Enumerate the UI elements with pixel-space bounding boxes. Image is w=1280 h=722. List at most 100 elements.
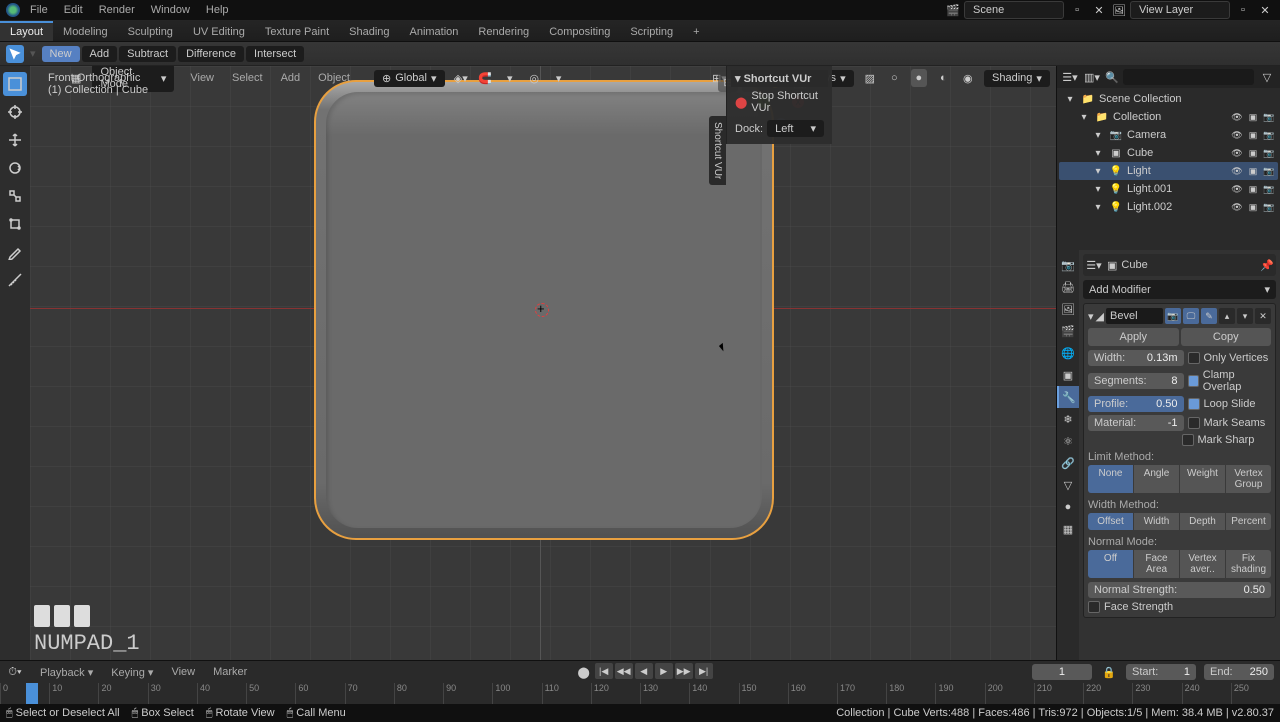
eye-icon[interactable]: 👁 [1230, 110, 1244, 124]
viewport-menu-add[interactable]: Add [273, 70, 309, 86]
render-restrict-icon[interactable]: 📷 [1262, 110, 1276, 124]
viewport-menu-select[interactable]: Select [224, 70, 271, 86]
outliner-display-icon[interactable]: ▥▾ [1083, 68, 1101, 86]
outliner-light[interactable]: ▾💡Light👁▣📷 [1059, 162, 1278, 180]
shading-rendered[interactable]: ◉ [960, 69, 976, 87]
new-viewlayer-icon[interactable]: ▫ [1234, 1, 1252, 19]
prop-editor-icon[interactable]: ☰▾ [1085, 256, 1103, 274]
scene-collection[interactable]: ▾📁Scene Collection [1059, 90, 1278, 108]
render-restrict-icon[interactable]: 📷 [1262, 146, 1276, 160]
shading-solid[interactable]: ● [911, 69, 927, 87]
disclosure-icon[interactable]: ▾ [1091, 164, 1105, 178]
cursor-tool-icon[interactable] [6, 45, 24, 63]
shading-wireframe[interactable]: ○ [886, 69, 902, 87]
mark-seams-check[interactable]: Mark Seams [1188, 417, 1272, 429]
width-method-depth[interactable]: Depth [1180, 513, 1225, 530]
render-restrict-icon[interactable]: 📷 [1262, 164, 1276, 178]
mesh-tab[interactable]: ▽ [1057, 474, 1079, 496]
collection[interactable]: ▾📁Collection👁▣📷 [1059, 108, 1278, 126]
disclosure-icon[interactable]: ▾ [1091, 182, 1105, 196]
viewport-menu-object[interactable]: Object [310, 70, 358, 86]
pivot-dropdown[interactable]: ◈▾ [453, 69, 469, 87]
width-method-offset[interactable]: Offset [1088, 513, 1133, 530]
viewport-restrict-icon[interactable]: ▣ [1246, 182, 1260, 196]
eye-icon[interactable]: 👁 [1230, 200, 1244, 214]
menu-render[interactable]: Render [91, 2, 143, 18]
filter-icon[interactable]: ▽ [1258, 68, 1276, 86]
dock-dropdown[interactable]: Left▾ [767, 120, 824, 137]
xray-toggle[interactable]: ▨ [862, 69, 878, 87]
bool-intersect[interactable]: Intersect [246, 46, 304, 62]
workspace-uv-editing[interactable]: UV Editing [183, 21, 255, 41]
copy-button[interactable]: Copy [1181, 328, 1272, 346]
start-frame-field[interactable]: Start:1 [1126, 664, 1196, 680]
world-tab[interactable]: 🌐 [1057, 342, 1079, 364]
eye-icon[interactable]: 👁 [1230, 182, 1244, 196]
npanel-header[interactable]: ▾ Shortcut VUr [731, 70, 828, 87]
rotate-tool[interactable] [3, 156, 27, 180]
autokey-toggle[interactable]: ⬤ [575, 663, 593, 681]
constraint-tab[interactable]: 🔗 [1057, 452, 1079, 474]
width-method-width[interactable]: Width [1134, 513, 1179, 530]
snap-toggle[interactable]: 🧲 [477, 69, 493, 87]
timeline-menu-view[interactable]: View [163, 664, 203, 681]
disclosure-icon[interactable]: ▾ [1091, 200, 1105, 214]
workspace-texture-paint[interactable]: Texture Paint [255, 21, 339, 41]
add-workspace-button[interactable]: + [683, 21, 709, 41]
bool-new[interactable]: New [42, 46, 80, 62]
scale-tool[interactable] [3, 184, 27, 208]
normal-mode-fix-shading[interactable]: Fix shading [1226, 550, 1271, 578]
viewport-3d[interactable]: ▦ Object Mode ▾ ViewSelectAddObject ⊕ Gl… [30, 66, 1056, 660]
viewport-restrict-icon[interactable]: ▣ [1246, 110, 1260, 124]
timeline-menu-marker[interactable]: Marker [205, 664, 255, 681]
npanel-tab[interactable]: Shortcut VUr [709, 116, 726, 185]
modifier-tab[interactable]: 🔧 [1057, 386, 1079, 408]
realtime-toggle[interactable]: 🖵 [1183, 308, 1199, 324]
limit-weight[interactable]: Weight [1180, 465, 1225, 493]
menu-edit[interactable]: Edit [56, 2, 91, 18]
render-tab[interactable]: 📷 [1057, 254, 1079, 276]
material-field[interactable]: Material:-1 [1088, 415, 1184, 431]
bool-difference[interactable]: Difference [178, 46, 244, 62]
move-up-icon[interactable]: ▴ [1219, 308, 1235, 324]
viewport-menu-view[interactable]: View [182, 70, 222, 86]
shading-popover[interactable]: Shading ▾ [984, 70, 1050, 87]
texture-tab[interactable]: ▦ [1057, 518, 1079, 540]
render-restrict-icon[interactable]: 📷 [1262, 182, 1276, 196]
disclosure-icon[interactable]: ▾ [1091, 146, 1105, 160]
limit-angle[interactable]: Angle [1134, 465, 1179, 493]
normal-mode-face-area[interactable]: Face Area [1134, 550, 1179, 578]
profile-field[interactable]: Profile:0.50 [1088, 396, 1184, 412]
menu-help[interactable]: Help [198, 2, 237, 18]
lock-range-icon[interactable]: 🔒 [1100, 663, 1118, 681]
move-down-icon[interactable]: ▾ [1237, 308, 1253, 324]
workspace-animation[interactable]: Animation [400, 21, 469, 41]
outliner-cube[interactable]: ▾▣Cube👁▣📷 [1059, 144, 1278, 162]
scene-field[interactable]: Scene [964, 1, 1064, 19]
mark-sharp-check[interactable]: Mark Sharp [1182, 434, 1272, 446]
viewport-restrict-icon[interactable]: ▣ [1246, 128, 1260, 142]
normal-mode-off[interactable]: Off [1088, 550, 1133, 578]
orientation-dropdown[interactable]: ⊕ Global ▾ [374, 70, 445, 87]
viewport-restrict-icon[interactable]: ▣ [1246, 164, 1260, 178]
only-vertices-check[interactable]: Only Vertices [1188, 352, 1272, 364]
workspace-shading[interactable]: Shading [339, 21, 399, 41]
limit-vertex-group[interactable]: Vertex Group [1226, 465, 1271, 493]
prev-keyframe-button[interactable]: ◀◀ [615, 663, 633, 679]
face-strength-check[interactable]: Face Strength [1088, 601, 1271, 613]
eye-icon[interactable]: 👁 [1230, 128, 1244, 142]
timeline-menu-keying[interactable]: Keying ▾ [103, 664, 161, 681]
render-restrict-icon[interactable]: 📷 [1262, 200, 1276, 214]
material-tab[interactable]: ● [1057, 496, 1079, 518]
select-box-tool[interactable] [3, 72, 27, 96]
editmode-toggle[interactable]: ✎ [1201, 308, 1217, 324]
current-frame-field[interactable]: 1 [1032, 664, 1092, 680]
expand-icon[interactable]: ▾ [1088, 310, 1094, 323]
snap-dropdown[interactable]: ▾ [501, 69, 517, 87]
transform-tool[interactable] [3, 212, 27, 236]
viewport-restrict-icon[interactable]: ▣ [1246, 146, 1260, 160]
scene-tab[interactable]: 🎬 [1057, 320, 1079, 342]
disclosure-icon[interactable]: ▾ [1077, 110, 1091, 124]
width-method-percent[interactable]: Percent [1226, 513, 1271, 530]
disclosure-icon[interactable]: ▾ [1063, 92, 1077, 106]
